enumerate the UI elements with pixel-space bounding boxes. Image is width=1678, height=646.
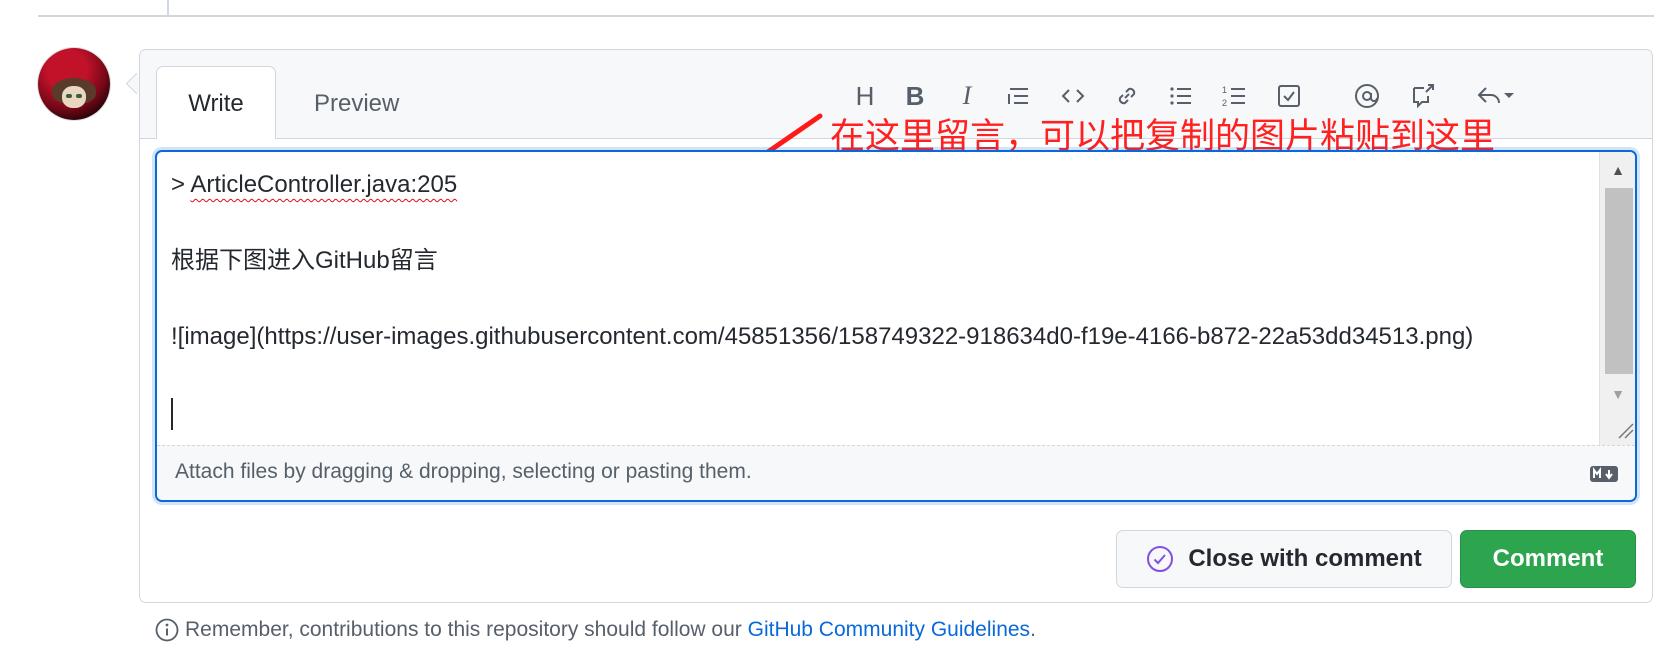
- editor-blank-line: [171, 204, 1585, 242]
- comment-button[interactable]: Comment: [1460, 530, 1636, 588]
- comment-editor: > ArticleController.java:205 根据下图进入GitHu…: [155, 150, 1637, 502]
- quote-prefix: >: [171, 171, 191, 198]
- info-icon: [155, 618, 179, 642]
- check-circle-icon: [1147, 546, 1174, 572]
- tab-write[interactable]: Write: [156, 66, 276, 139]
- code-icon: [1061, 89, 1085, 103]
- link-icon: [1118, 87, 1136, 105]
- tab-preview[interactable]: Preview: [314, 90, 399, 118]
- editor-line: > ArticleController.java:205: [171, 166, 1585, 204]
- mention-icon: [1355, 84, 1379, 108]
- ordered-list-icon: 12: [1222, 85, 1245, 108]
- cross-reference-icon: [1413, 84, 1434, 109]
- bold-icon: B: [905, 80, 925, 111]
- heading-icon: H: [855, 80, 875, 111]
- contribution-note: Remember, contributions to this reposito…: [155, 618, 1036, 642]
- editor-line: 根据下图进入GitHub留言: [171, 247, 438, 274]
- svg-text:1: 1: [1222, 85, 1227, 95]
- text-caret: [171, 397, 173, 430]
- close-with-comment-button[interactable]: Close with comment: [1116, 530, 1452, 588]
- timeline-bar: [167, 0, 169, 15]
- resize-grip-icon[interactable]: [1613, 416, 1635, 440]
- editor-image-line: ![image](https://user-images.githubuserc…: [171, 323, 1474, 350]
- scroll-thumb[interactable]: [1605, 188, 1633, 374]
- scroll-up-arrow-icon[interactable]: ▲: [1599, 152, 1635, 188]
- editor-cursor-line: [171, 394, 1585, 432]
- reply-icon: [1477, 87, 1500, 104]
- unordered-list-icon: [1170, 87, 1191, 105]
- italic-icon: I: [962, 81, 972, 110]
- markdown-icon: [1590, 466, 1618, 482]
- svg-text:2: 2: [1222, 98, 1227, 108]
- comment-textarea[interactable]: > ArticleController.java:205 根据下图进入GitHu…: [157, 152, 1599, 445]
- avatar-eye: [66, 94, 72, 98]
- attach-files-bar[interactable]: Attach files by dragging & dropping, sel…: [157, 445, 1635, 500]
- quoted-reference: ArticleController.java:205: [190, 171, 458, 198]
- avatar[interactable]: [38, 48, 110, 120]
- avatar-eye: [76, 94, 82, 98]
- divider: [38, 15, 1654, 17]
- scroll-down-arrow-icon[interactable]: ▼: [1599, 376, 1635, 412]
- chevron-down-icon: [1504, 93, 1514, 98]
- quote-icon: [1008, 88, 1028, 104]
- contribution-text-lead: Remember, contributions to this reposito…: [185, 618, 748, 641]
- task-list-icon: [1278, 85, 1300, 107]
- community-guidelines-link[interactable]: GitHub Community Guidelines: [748, 618, 1030, 641]
- contribution-text: Remember, contributions to this reposito…: [185, 618, 1036, 642]
- contribution-period: .: [1030, 618, 1036, 641]
- close-with-comment-label: Close with comment: [1188, 545, 1422, 572]
- editor-blank-line: [171, 280, 1585, 318]
- editor-blank-line: [171, 356, 1585, 394]
- attach-hint: Attach files by dragging & dropping, sel…: [175, 460, 752, 483]
- comment-button-label: Comment: [1492, 545, 1604, 572]
